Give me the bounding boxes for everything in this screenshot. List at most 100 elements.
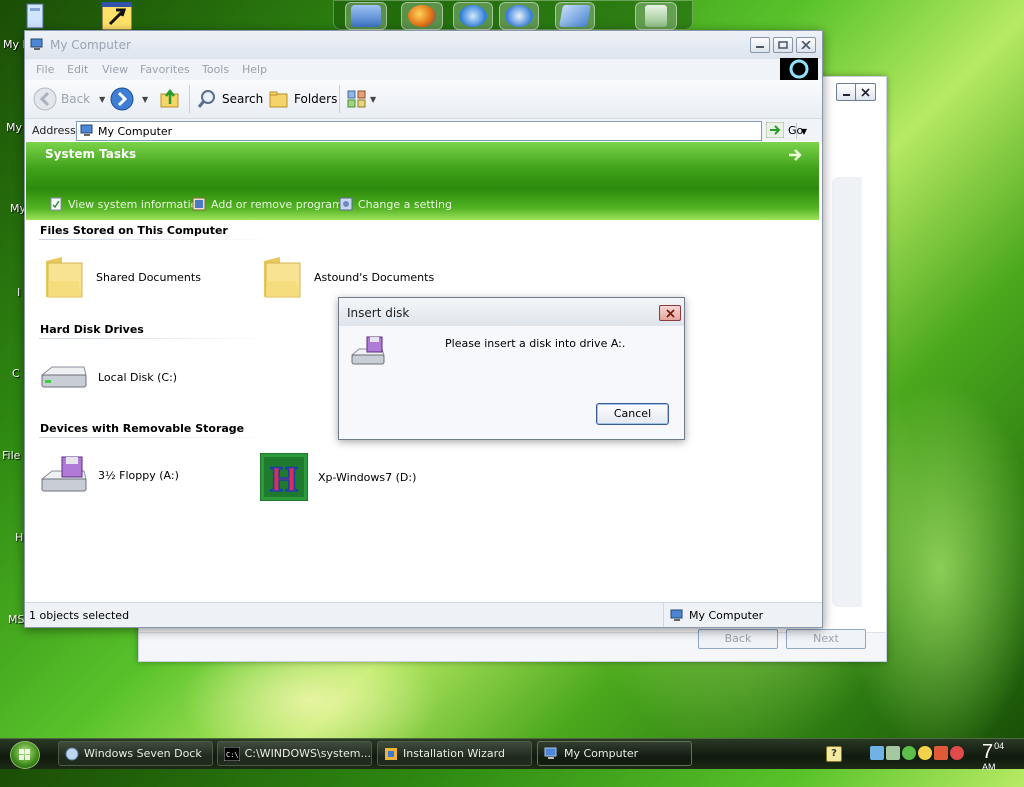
svg-text:H: H — [270, 459, 298, 499]
dock-ie-icon[interactable] — [453, 2, 493, 30]
forward-dropdown-icon[interactable]: ▼ — [142, 95, 148, 104]
up-folder-button[interactable] — [159, 87, 181, 111]
installer-icon — [385, 747, 397, 760]
item-label: Astound's Documents — [314, 270, 435, 284]
taskbar-button-installation-wizard[interactable]: Installation Wizard — [377, 741, 532, 766]
clock[interactable]: 704 AM — [982, 741, 1004, 787]
cancel-button[interactable]: Cancel — [596, 403, 669, 425]
close-button[interactable] — [855, 83, 876, 101]
first-aid-icon[interactable] — [934, 746, 948, 760]
dock-windows-icon[interactable] — [555, 2, 595, 30]
menu-view[interactable]: View — [102, 63, 128, 76]
local-disk-c-drive[interactable]: Local Disk (C:) — [40, 361, 177, 393]
views-button[interactable]: ▼ — [346, 87, 376, 111]
toolbar-separator — [339, 85, 340, 113]
clock-minute: 04 — [994, 741, 1005, 751]
folders-icon — [269, 91, 288, 108]
go-arrow-icon — [766, 122, 784, 138]
floppy-a-drive[interactable]: 3½ Floppy (A:) — [40, 455, 179, 495]
clock-ampm: AM — [982, 762, 996, 772]
desktop-icon-label[interactable]: My — [6, 121, 22, 134]
help-icon[interactable]: ? — [826, 746, 842, 762]
dock-window-icon[interactable] — [345, 2, 387, 30]
group-divider — [39, 239, 273, 240]
dock-firefox-icon[interactable] — [401, 2, 443, 30]
tools-tray-icon[interactable] — [886, 746, 900, 760]
link-label: Change a setting — [358, 197, 452, 211]
desktop-icon-label[interactable]: C — [12, 367, 20, 380]
network-icon[interactable] — [870, 746, 884, 760]
wizard-back-button[interactable]: Back — [698, 629, 778, 649]
no-entry-icon[interactable] — [950, 746, 964, 760]
taskbar-button-seven-dock[interactable]: Windows Seven Dock — [58, 741, 213, 766]
desktop-icon-label[interactable]: MS — [8, 613, 24, 626]
add-remove-programs-link[interactable]: Add or remove programs — [192, 197, 349, 211]
shared-documents-folder[interactable]: Shared Documents — [42, 255, 201, 299]
dialog-message: Please insert a disk into drive A:. — [445, 337, 626, 350]
security-icon[interactable] — [902, 746, 916, 760]
address-bar: Address My Computer ▼ Go — [25, 119, 822, 141]
collapse-arrow-icon[interactable] — [787, 148, 803, 162]
views-dropdown-icon[interactable]: ▼ — [370, 95, 376, 104]
minimize-button[interactable] — [750, 37, 770, 53]
back-arrow-icon — [33, 87, 57, 111]
my-computer-icon — [30, 38, 43, 50]
desktop-shortcut-icon[interactable] — [24, 2, 54, 30]
wizard-panel — [832, 177, 862, 607]
dock-media-player-icon[interactable] — [499, 2, 539, 30]
seven-dock — [333, 0, 693, 30]
dock-recycle-bin-icon[interactable] — [635, 2, 677, 30]
taskbar-button-command-prompt[interactable]: C:\ C:\WINDOWS\system... — [217, 741, 372, 766]
floppy-drive-icon — [351, 336, 385, 365]
menu-file[interactable]: File — [36, 63, 54, 76]
desktop-icon-label[interactable]: I — [17, 286, 20, 299]
go-label: Go — [788, 123, 804, 137]
change-setting-link[interactable]: Change a setting — [339, 197, 452, 211]
item-label: Xp-Windows7 (D:) — [318, 470, 417, 484]
tools-shortcut-icon[interactable] — [101, 1, 133, 31]
close-button[interactable] — [796, 37, 816, 53]
search-button[interactable]: Search — [196, 87, 263, 111]
status-location: My Computer — [663, 603, 819, 627]
minimize-button[interactable] — [836, 83, 857, 101]
dialog-title: Insert disk — [347, 306, 410, 320]
toolbar: Back ▼ ▼ Search Folders ▼ — [25, 80, 822, 119]
system-tasks-title: System Tasks — [45, 147, 137, 161]
dialog-close-button[interactable] — [659, 305, 681, 321]
my-computer-icon — [670, 609, 683, 621]
menu-edit[interactable]: Edit — [67, 63, 88, 76]
desktop-icon-label[interactable]: H — [15, 531, 23, 544]
astounds-documents-folder[interactable]: Astound's Documents — [260, 255, 434, 299]
start-button[interactable] — [10, 741, 40, 769]
title-bar[interactable]: My Computer — [25, 31, 822, 59]
minimize-icon — [843, 93, 850, 96]
maximize-button[interactable] — [773, 37, 793, 53]
group-divider — [39, 437, 273, 438]
dock-app-icon — [65, 747, 79, 760]
back-button[interactable]: Back ▼ — [33, 87, 105, 111]
menu-favorites[interactable]: Favorites — [140, 63, 190, 76]
views-icon — [347, 90, 366, 108]
group-header-removable: Devices with Removable Storage — [40, 422, 245, 435]
address-input[interactable]: My Computer ▼ — [76, 121, 807, 141]
desktop-icon-label[interactable]: My I — [3, 38, 26, 51]
forward-button[interactable]: ▼ — [110, 87, 148, 111]
group-divider — [39, 338, 273, 339]
menu-help[interactable]: Help — [242, 63, 267, 76]
folder-icon — [46, 257, 83, 298]
search-label: Search — [222, 92, 264, 106]
back-dropdown-icon[interactable]: ▼ — [99, 95, 105, 104]
link-label: View system information — [68, 197, 205, 211]
folders-button[interactable]: Folders — [268, 87, 337, 111]
group-header-files: Files Stored on This Computer — [40, 224, 228, 237]
desktop-icon-label[interactable]: File — [2, 449, 20, 462]
smiley-icon[interactable] — [918, 746, 932, 760]
xp-windows7-d-drive[interactable]: H Xp-Windows7 (D:) — [260, 453, 416, 501]
dialog-title-bar[interactable]: Insert disk — [339, 298, 684, 326]
wizard-next-button[interactable]: Next — [786, 629, 866, 649]
view-system-information-link[interactable]: View system information — [49, 197, 204, 211]
menu-tools[interactable]: Tools — [202, 63, 229, 76]
control-panel-icon — [339, 197, 353, 211]
go-button[interactable]: Go — [766, 121, 803, 139]
taskbar-button-my-computer[interactable]: My Computer — [537, 741, 692, 766]
